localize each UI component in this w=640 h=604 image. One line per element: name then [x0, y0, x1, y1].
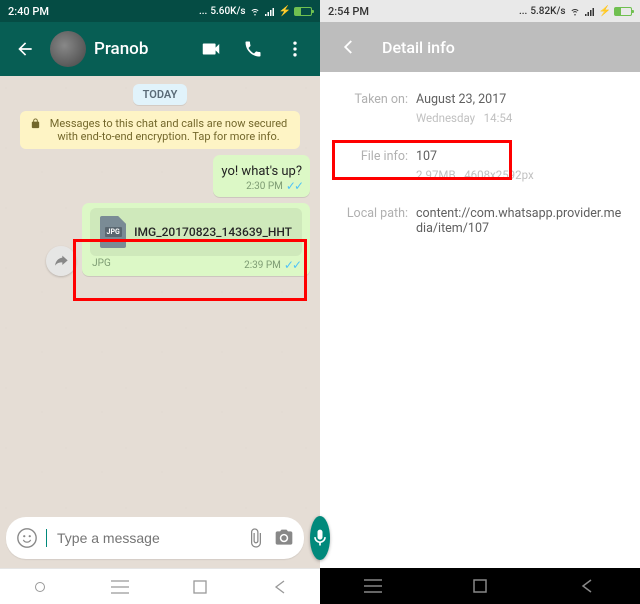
- nav-back[interactable]: [260, 580, 300, 594]
- wifi-icon: [249, 5, 261, 17]
- file-attachment[interactable]: JPG IMG_20170823_143639_HHT: [90, 208, 302, 256]
- back-arrow-icon: [15, 39, 35, 59]
- message-input-bar: [0, 510, 320, 568]
- phone-icon: [243, 39, 263, 59]
- file-message-out[interactable]: JPG IMG_20170823_143639_HHT JPG 2:39 PM …: [82, 203, 310, 276]
- file-name: IMG_20170823_143639_HHT: [134, 225, 292, 239]
- file-info-name: 107: [416, 149, 437, 164]
- signal-icon: [264, 5, 276, 17]
- local-path-label: Local path:: [336, 206, 408, 236]
- text-message-out[interactable]: yo! what's up? 2:30 PM ✓✓: [213, 155, 310, 197]
- nav-back[interactable]: [567, 579, 607, 593]
- detail-info-screen: 2:54 PM ... 5.82K/s ⚡ Detail info Taken …: [320, 0, 640, 604]
- video-call-button[interactable]: [194, 32, 228, 66]
- status-icons: ... 5.60K/s ⚡: [199, 5, 312, 17]
- signal-icon: [584, 5, 596, 17]
- message-text: yo! what's up?: [221, 164, 302, 179]
- back-button[interactable]: [8, 32, 42, 66]
- file-ext: JPG: [92, 258, 111, 272]
- forward-button[interactable]: [46, 246, 76, 276]
- taken-on-day: Wednesday: [416, 111, 475, 125]
- mic-icon: [310, 528, 330, 548]
- whatsapp-chat-screen: 2:40 PM ... 5.60K/s ⚡ Pranob TODAY Mes: [0, 0, 320, 604]
- detail-body[interactable]: Taken on: August 23, 2017 Wednesday 14:5…: [320, 72, 640, 568]
- avatar[interactable]: [50, 31, 86, 67]
- encryption-notice[interactable]: Messages to this chat and calls are now …: [20, 111, 300, 149]
- back-button[interactable]: [332, 30, 366, 64]
- message-time: 2:39 PM: [244, 260, 281, 271]
- nav-menu[interactable]: [353, 579, 393, 593]
- net-speed: 5.82K/s: [530, 6, 565, 17]
- message-input-field[interactable]: [6, 517, 304, 559]
- status-time: 2:54 PM: [328, 5, 369, 18]
- text-cursor: [46, 529, 47, 547]
- local-path-group: Local path: content://com.whatsapp.provi…: [336, 206, 624, 236]
- video-icon: [200, 38, 222, 60]
- camera-icon[interactable]: [274, 528, 294, 548]
- battery-icon: [294, 7, 312, 16]
- message-row: yo! what's up? 2:30 PM ✓✓: [10, 155, 310, 197]
- taken-on-group: Taken on: August 23, 2017 Wednesday 14:5…: [336, 92, 624, 125]
- page-title: Detail info: [382, 38, 455, 57]
- file-type-icon: JPG: [100, 216, 126, 248]
- status-bar: 2:54 PM ... 5.82K/s ⚡: [320, 0, 640, 22]
- nav-recent[interactable]: [20, 582, 60, 592]
- message-time: 2:30 PM: [246, 181, 283, 192]
- battery-icon: [614, 7, 632, 16]
- status-bar: 2:40 PM ... 5.60K/s ⚡: [0, 0, 320, 22]
- attach-icon[interactable]: [246, 528, 266, 548]
- nav-home[interactable]: [460, 579, 500, 593]
- read-ticks-icon: ✓✓: [286, 179, 302, 193]
- status-icons: ... 5.82K/s ⚡: [519, 5, 632, 17]
- wifi-icon: [569, 5, 581, 17]
- nav-menu[interactable]: [100, 580, 140, 594]
- chat-header: Pranob: [0, 22, 320, 76]
- taken-on-time: 14:54: [484, 111, 513, 125]
- nav-bar: [0, 568, 320, 604]
- forward-icon: [53, 253, 69, 269]
- mic-button[interactable]: [310, 516, 330, 560]
- lock-icon: [30, 118, 41, 129]
- emoji-icon[interactable]: [16, 527, 38, 549]
- file-info-group: File info: 107 2.97MB 4608x2592px: [336, 145, 624, 190]
- detail-header: Detail info: [320, 22, 640, 72]
- taken-on-date: August 23, 2017: [416, 92, 506, 107]
- local-path-value: content://com.whatsapp.provider.media/it…: [416, 206, 624, 236]
- more-vert-icon: [285, 39, 305, 59]
- message-input[interactable]: [57, 530, 238, 546]
- message-row: JPG IMG_20170823_143639_HHT JPG 2:39 PM …: [10, 203, 310, 276]
- net-speed: 5.60K/s: [210, 6, 245, 17]
- chat-body[interactable]: TODAY Messages to this chat and calls ar…: [0, 76, 320, 510]
- status-time: 2:40 PM: [8, 5, 49, 18]
- file-info-label: File info:: [336, 149, 408, 164]
- file-size: 2.97MB: [416, 168, 456, 182]
- nav-bar: [320, 568, 640, 604]
- contact-name[interactable]: Pranob: [94, 39, 186, 59]
- voice-call-button[interactable]: [236, 32, 270, 66]
- read-ticks-icon: ✓✓: [284, 258, 300, 272]
- date-chip: TODAY: [133, 84, 188, 105]
- taken-on-label: Taken on:: [336, 92, 408, 107]
- chevron-left-icon: [340, 38, 358, 56]
- file-dims: 4608x2592px: [464, 168, 534, 182]
- nav-home[interactable]: [180, 580, 220, 594]
- more-button[interactable]: [278, 32, 312, 66]
